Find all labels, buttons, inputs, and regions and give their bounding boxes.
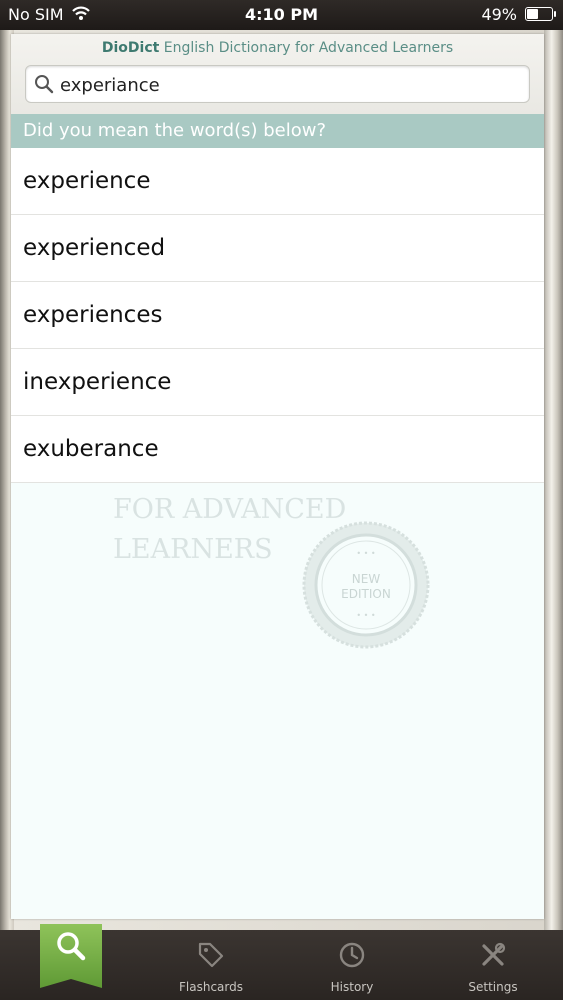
tab-search[interactable] xyxy=(40,924,102,988)
battery-percent: 49% xyxy=(481,5,517,24)
new-edition-seal: • • • • • • NEW EDITION xyxy=(302,521,430,649)
search-icon xyxy=(35,75,54,94)
suggestion-banner: Did you mean the word(s) below? xyxy=(11,114,544,148)
clock-time: 4:10 PM xyxy=(244,5,318,24)
svg-text:• • •: • • • xyxy=(356,611,375,620)
suggestion-item[interactable]: experience xyxy=(11,148,544,215)
seal-line: NEW xyxy=(352,572,381,586)
page-edge xyxy=(544,30,563,930)
tag-icon xyxy=(198,942,224,968)
brand-name: DioDict xyxy=(101,40,160,56)
suggestion-item[interactable]: experiences xyxy=(11,282,544,349)
suggestion-list: experience experienced experiences inexp… xyxy=(11,148,544,483)
tab-flashcards[interactable]: Flashcards xyxy=(156,930,266,1000)
title-text: English Dictionary for Advanced Learners xyxy=(159,40,454,56)
app-header: DioDict English Dictionary for Advanced … xyxy=(11,34,544,114)
search-field[interactable] xyxy=(25,65,530,103)
status-bar: No SIM 4:10 PM 49% xyxy=(0,0,563,30)
seal-line: EDITION xyxy=(341,587,391,601)
dictionary-page: DioDict English Dictionary for Advanced … xyxy=(11,34,544,919)
tab-settings[interactable]: Settings xyxy=(438,930,548,1000)
tab-label: Settings xyxy=(468,980,518,994)
tab-label: Flashcards xyxy=(179,980,243,994)
battery-icon xyxy=(525,7,556,21)
search-icon xyxy=(57,932,86,961)
tab-history[interactable]: History xyxy=(297,930,407,1000)
search-input[interactable] xyxy=(58,70,522,100)
tools-icon xyxy=(482,942,506,966)
tab-label: History xyxy=(330,980,374,994)
svg-text:• • •: • • • xyxy=(356,549,375,558)
suggestion-item[interactable]: exuberance xyxy=(11,416,544,483)
suggestion-item[interactable]: inexperience xyxy=(11,349,544,416)
clock-icon xyxy=(339,942,365,968)
tab-bar: Flashcards History Settings xyxy=(0,924,563,1000)
app-title: DioDict English Dictionary for Advanced … xyxy=(11,40,544,56)
suggestion-item[interactable]: experienced xyxy=(11,215,544,282)
